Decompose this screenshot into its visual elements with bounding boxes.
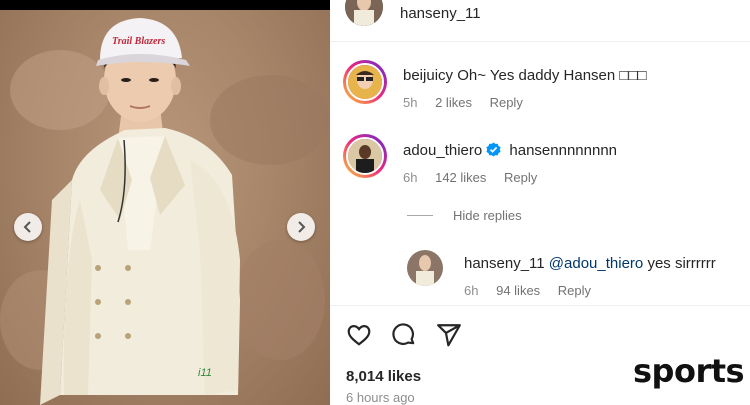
post-actions bbox=[344, 320, 479, 350]
comment-content: Oh~ Yes daddy Hansen □□□ bbox=[457, 67, 647, 84]
hide-replies-label: Hide replies bbox=[453, 208, 522, 223]
comment-reply-button[interactable]: Reply bbox=[490, 95, 523, 110]
post-author-username[interactable]: hanseny_11 bbox=[400, 5, 481, 22]
author-avatar[interactable] bbox=[345, 0, 383, 26]
previous-image-button[interactable] bbox=[14, 213, 42, 241]
reply-username[interactable]: hanseny_11 bbox=[464, 255, 545, 272]
commenter-avatar[interactable] bbox=[343, 134, 387, 178]
reply-avatar[interactable] bbox=[407, 250, 443, 286]
comment-time: 6h bbox=[403, 170, 418, 185]
header-divider bbox=[330, 41, 750, 42]
commenter-avatar-image bbox=[348, 139, 382, 173]
comment-username[interactable]: beijuicy bbox=[403, 67, 453, 84]
commenter-avatar-image bbox=[348, 65, 382, 99]
comment-text: adou_thiero hansennnnnnnn bbox=[403, 141, 617, 160]
post-photo: i11 Trail Blazers bbox=[0, 0, 330, 405]
reply-avatar-image bbox=[407, 250, 443, 286]
share-icon bbox=[437, 324, 461, 347]
author-avatar-image bbox=[345, 0, 383, 26]
comment-meta: 5h 2 likes Reply bbox=[403, 95, 647, 110]
reply-likes[interactable]: 94 likes bbox=[496, 283, 540, 298]
chevron-left-icon bbox=[23, 221, 31, 233]
sleeve-embroidery: i11 bbox=[198, 367, 212, 379]
post-time: 6 hours ago bbox=[346, 390, 415, 405]
reply-item: hanseny_11 @adou_thiero yes sirrrrrr 6h … bbox=[407, 250, 716, 298]
reply-text: hanseny_11 @adou_thiero yes sirrrrrr bbox=[464, 254, 716, 273]
verified-badge-icon bbox=[486, 142, 501, 157]
next-image-button[interactable] bbox=[287, 213, 315, 241]
comment-item: beijuicy Oh~ Yes daddy Hansen □□□ 5h 2 l… bbox=[343, 60, 647, 110]
watermark-logo: sports bbox=[633, 352, 745, 390]
comments-panel: hanseny_11 beijuicy Oh~ Yes daddy Hansen… bbox=[330, 0, 750, 405]
post-likes-count[interactable]: 8,014 likes bbox=[346, 368, 421, 385]
chevron-right-icon bbox=[298, 221, 306, 233]
hat-logo-text: Trail Blazers bbox=[112, 36, 165, 47]
comment-time: 5h bbox=[403, 95, 418, 110]
reply-time: 6h bbox=[464, 283, 479, 298]
share-button[interactable] bbox=[434, 320, 464, 350]
comment-text: beijuicy Oh~ Yes daddy Hansen □□□ bbox=[403, 66, 647, 85]
player-photo: i11 Trail Blazers bbox=[0, 18, 330, 405]
comment-content: hansennnnnnnn bbox=[509, 142, 618, 159]
comment-meta: 6h 142 likes Reply bbox=[403, 170, 617, 185]
comment-icon bbox=[392, 323, 415, 346]
hide-replies-line bbox=[407, 215, 433, 216]
comment-button[interactable] bbox=[389, 320, 419, 350]
reply-meta: 6h 94 likes Reply bbox=[464, 283, 716, 298]
heart-icon bbox=[347, 325, 371, 346]
reply-reply-button[interactable]: Reply bbox=[558, 283, 591, 298]
commenter-avatar[interactable] bbox=[343, 60, 387, 104]
reply-content: yes sirrrrrr bbox=[647, 255, 716, 272]
like-button[interactable] bbox=[344, 320, 374, 350]
actions-divider bbox=[330, 305, 750, 306]
post-header: hanseny_11 bbox=[345, 0, 481, 26]
comment-likes[interactable]: 142 likes bbox=[435, 170, 486, 185]
reply-mention[interactable]: @adou_thiero bbox=[549, 255, 643, 272]
comment-likes[interactable]: 2 likes bbox=[435, 95, 472, 110]
comment-item: adou_thiero hansennnnnnnn 6h 142 likes R… bbox=[343, 134, 617, 185]
hide-replies-button[interactable]: Hide replies bbox=[407, 208, 522, 223]
comment-reply-button[interactable]: Reply bbox=[504, 170, 537, 185]
comment-username[interactable]: adou_thiero bbox=[403, 142, 482, 159]
